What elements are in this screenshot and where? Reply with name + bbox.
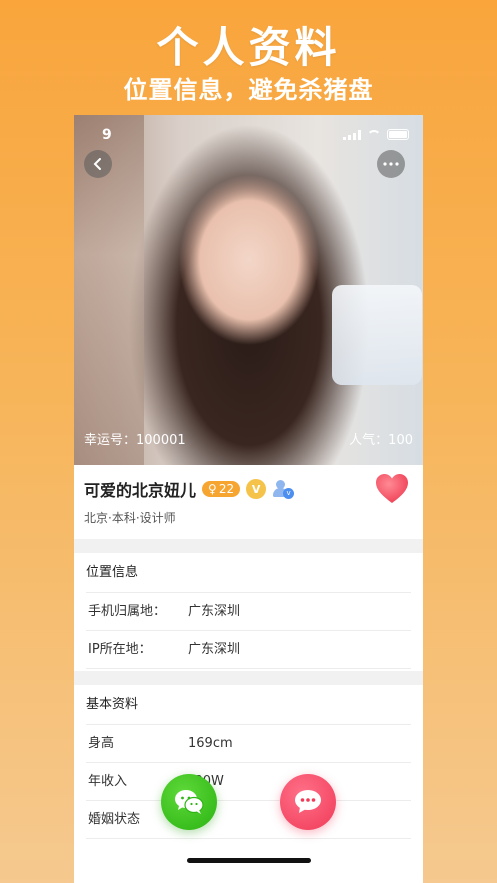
verify-check: v <box>283 488 295 499</box>
location-value: 广东深圳 <box>188 642 241 657</box>
section-divider <box>74 539 423 553</box>
back-button[interactable] <box>84 150 112 178</box>
location-row: 手机归属地： 广东深圳 <box>86 593 411 631</box>
wechat-icon <box>175 790 204 814</box>
chevron-left-icon <box>93 158 101 170</box>
age-value: 22 <box>218 482 235 496</box>
more-dots-icon <box>383 162 399 166</box>
female-icon: ♀ <box>208 482 217 496</box>
vip-icon: V <box>246 479 267 499</box>
basic-info-value: 169cm <box>188 736 233 751</box>
photo-background-object <box>332 285 422 385</box>
lucky-number: 幸运号：100001 <box>84 433 186 448</box>
location-row: IP所在地： 广东深圳 <box>86 631 411 669</box>
heart-icon[interactable] <box>375 473 409 505</box>
wechat-button[interactable] <box>161 774 217 830</box>
status-time: 9 <box>102 127 112 143</box>
profile-name: 可爱的北京妞儿 <box>84 481 197 500</box>
signal-icon <box>343 129 361 140</box>
promo-title: 个人资料 <box>156 23 341 72</box>
location-value: 广东深圳 <box>188 604 241 619</box>
verified-user-icon: v <box>272 479 295 499</box>
basic-info-section: 基本资料 身高 169cm 年收入 –30W 婚姻状态 否 <box>74 685 423 839</box>
profile-tags: 北京·本科·设计师 <box>84 511 176 525</box>
section-divider <box>74 671 423 685</box>
profile-summary: 可爱的北京妞儿 ♀ 22 V v 北京·本科·设计师 <box>74 465 423 539</box>
location-section-title: 位置信息 <box>86 553 411 593</box>
status-icons <box>343 129 409 140</box>
location-key: 手机归属地： <box>88 604 167 619</box>
wifi-icon <box>367 129 381 140</box>
age-badge: ♀ 22 <box>202 481 241 497</box>
basic-info-title: 基本资料 <box>86 685 411 725</box>
popularity: 人气：100 <box>349 433 413 448</box>
home-indicator[interactable] <box>187 858 311 863</box>
basic-info-row: 婚姻状态 否 <box>86 801 411 839</box>
basic-info-row: 身高 169cm <box>86 725 411 763</box>
status-bar: 9 <box>74 115 423 155</box>
basic-info-key: 身高 <box>88 736 115 751</box>
phone-screen: 9 幸运号：100001 人气：100 可爱的北京妞儿 ♀ 22 V v 北京·… <box>74 115 423 883</box>
chat-button[interactable] <box>280 774 336 830</box>
location-key: IP所在地： <box>88 642 152 657</box>
location-section: 位置信息 手机归属地： 广东深圳 IP所在地： 广东深圳 <box>74 553 423 669</box>
more-button[interactable] <box>377 150 405 178</box>
profile-photo[interactable]: 9 幸运号：100001 人气：100 <box>74 115 423 465</box>
promo-subtitle: 位置信息，避免杀猪盘 <box>123 76 374 104</box>
basic-info-row: 年收入 –30W <box>86 763 411 801</box>
chat-bubble-icon <box>295 790 321 813</box>
battery-icon <box>387 129 409 140</box>
name-row: 可爱的北京妞儿 ♀ 22 V v <box>84 477 413 501</box>
